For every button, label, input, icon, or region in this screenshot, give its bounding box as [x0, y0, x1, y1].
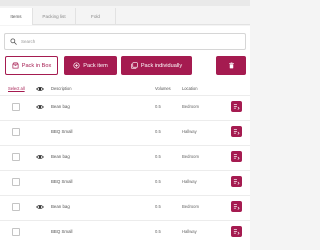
- item-description: Bean bag: [51, 204, 70, 209]
- tab-items[interactable]: Items: [0, 8, 33, 25]
- list-icon: [233, 154, 240, 160]
- list-icon: [233, 129, 240, 135]
- eye-icon[interactable]: [36, 103, 44, 111]
- row-action-button[interactable]: [231, 201, 242, 212]
- table-row[interactable]: BBQ Small 0.5 Hallway: [0, 120, 250, 143]
- row-checkbox[interactable]: [12, 178, 20, 186]
- box-icon: [12, 62, 19, 69]
- item-volume: 0.5: [155, 154, 161, 159]
- volumes-header: Volumes: [155, 86, 171, 91]
- item-location: Hallway: [182, 129, 197, 134]
- search-box[interactable]: [4, 33, 246, 50]
- item-location: Bedroom: [182, 104, 199, 109]
- table-row[interactable]: BBQ Small 0.5 Hallway: [0, 220, 250, 243]
- pack-individually-label: Pack individually: [140, 62, 183, 69]
- row-checkbox[interactable]: [12, 203, 20, 211]
- row-action-button[interactable]: [231, 101, 242, 112]
- pack-in-box-label: Pack in Box: [21, 62, 52, 69]
- row-checkbox[interactable]: [12, 128, 20, 136]
- row-action-button[interactable]: [231, 151, 242, 162]
- pack-item-button[interactable]: Pack item: [64, 56, 117, 75]
- select-all-link[interactable]: Select all: [8, 86, 25, 91]
- trash-icon: [228, 62, 234, 69]
- top-strip: [0, 0, 250, 6]
- item-volume: 0.5: [155, 229, 161, 234]
- item-description: Bean bag: [51, 154, 70, 159]
- item-location: Hallway: [182, 229, 197, 234]
- tab-fold[interactable]: Fold: [76, 8, 116, 25]
- pack-in-box-button[interactable]: Pack in Box: [5, 56, 58, 75]
- item-description: Bean bag: [51, 104, 70, 109]
- table-row[interactable]: BBQ Small 0.5 Hallway: [0, 170, 250, 193]
- row-checkbox[interactable]: [12, 153, 20, 161]
- table-row[interactable]: Bean bag 0.5 Bedroom: [0, 195, 250, 218]
- items-panel: Pack in Box Pack item Pack individually …: [0, 26, 250, 250]
- add-circle-icon: [73, 62, 80, 69]
- eye-icon[interactable]: [36, 153, 44, 161]
- list-icon: [233, 104, 240, 110]
- list-icon: [233, 229, 240, 235]
- location-header: Location: [182, 86, 198, 91]
- item-location: Bedroom: [182, 154, 199, 159]
- row-checkbox[interactable]: [12, 228, 20, 236]
- tab-packing-list[interactable]: Packing list: [33, 8, 76, 25]
- item-location: Hallway: [182, 179, 197, 184]
- item-description: BBQ Small: [51, 179, 73, 184]
- item-volume: 0.5: [155, 129, 161, 134]
- item-description: BBQ Small: [51, 229, 73, 234]
- table-row[interactable]: Bean bag 0.5 Bedroom: [0, 95, 250, 118]
- description-header: Description: [51, 86, 72, 91]
- item-volume: 0.5: [155, 104, 161, 109]
- row-action-button[interactable]: [231, 126, 242, 137]
- search-icon: [10, 38, 17, 45]
- item-volume: 0.5: [155, 204, 161, 209]
- delete-button[interactable]: [216, 56, 246, 75]
- row-action-button[interactable]: [231, 176, 242, 187]
- list-icon: [233, 179, 240, 185]
- table-header: Select all Description Volumes Location: [0, 84, 250, 94]
- row-checkbox[interactable]: [12, 103, 20, 111]
- pack-item-label: Pack item: [83, 62, 108, 69]
- row-action-button[interactable]: [231, 226, 242, 237]
- table-row[interactable]: Bean bag 0.5 Bedroom: [0, 145, 250, 168]
- list-icon: [233, 204, 240, 210]
- eye-icon[interactable]: [36, 85, 44, 93]
- item-description: BBQ Small: [51, 129, 73, 134]
- search-input[interactable]: [21, 39, 241, 44]
- eye-icon[interactable]: [36, 203, 44, 211]
- pack-individually-button[interactable]: Pack individually: [121, 56, 192, 75]
- tab-bar: Items Packing list Fold: [0, 8, 250, 25]
- item-location: Bedroom: [182, 204, 199, 209]
- item-volume: 0.5: [155, 179, 161, 184]
- stack-icon: [131, 62, 138, 69]
